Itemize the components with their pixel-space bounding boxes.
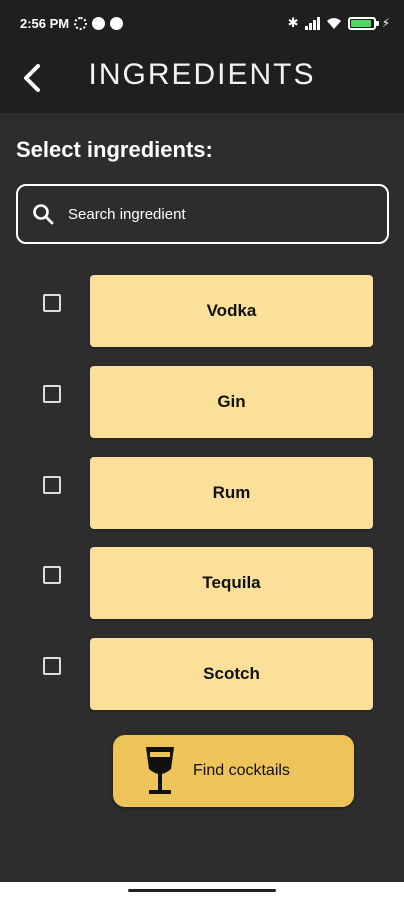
ingredient-row: Scotch [0, 638, 404, 710]
system-nav-bar [0, 882, 404, 900]
ingredient-checkbox[interactable] [43, 566, 61, 584]
ingredient-checkbox[interactable] [43, 294, 61, 312]
find-cocktails-label: Find cocktails [193, 762, 290, 779]
page-title: INGREDIENTS [88, 58, 316, 91]
charging-icon: ⚡ [381, 16, 390, 30]
find-cocktails-button[interactable]: Find cocktails [113, 735, 354, 807]
wifi-icon [326, 17, 341, 29]
ingredient-button[interactable]: Rum [90, 457, 373, 529]
status-bar: 2:56 PM ✱ ⚡ [0, 0, 404, 50]
ingredient-checkbox[interactable] [43, 385, 61, 403]
battery-icon [347, 16, 379, 30]
search-icon [33, 204, 54, 225]
ingredient-row: Vodka [0, 275, 404, 347]
status-left: 2:56 PM [20, 16, 124, 31]
status-time: 2:56 PM [20, 16, 70, 31]
notification-icon [92, 17, 106, 30]
search-box[interactable] [16, 184, 389, 244]
home-indicator[interactable] [128, 889, 276, 892]
ingredient-button[interactable]: Tequila [90, 547, 373, 619]
status-right: ✱ ⚡ [288, 15, 390, 31]
wine-glass-icon [146, 747, 174, 794]
screen: 2:56 PM ✱ ⚡ INGREDIENTS Select ingredien… [0, 0, 404, 900]
ingredient-row: Rum [0, 457, 404, 529]
search-input[interactable] [68, 205, 368, 223]
ingredient-button[interactable]: Gin [90, 366, 373, 438]
bluetooth-icon: ✱ [287, 15, 299, 30]
ingredient-button[interactable]: Vodka [90, 275, 373, 347]
ingredient-row: Gin [0, 366, 404, 438]
ingredient-row: Tequila [0, 547, 404, 619]
notification-icon-2 [110, 17, 124, 30]
ingredient-button[interactable]: Scotch [90, 638, 373, 710]
signal-icon [304, 16, 320, 30]
section-title: Select ingredients: [16, 137, 213, 162]
settings-sync-icon [74, 17, 88, 30]
ingredient-checkbox[interactable] [43, 476, 61, 494]
ingredient-checkbox[interactable] [43, 657, 61, 675]
app-header: INGREDIENTS [0, 50, 404, 113]
